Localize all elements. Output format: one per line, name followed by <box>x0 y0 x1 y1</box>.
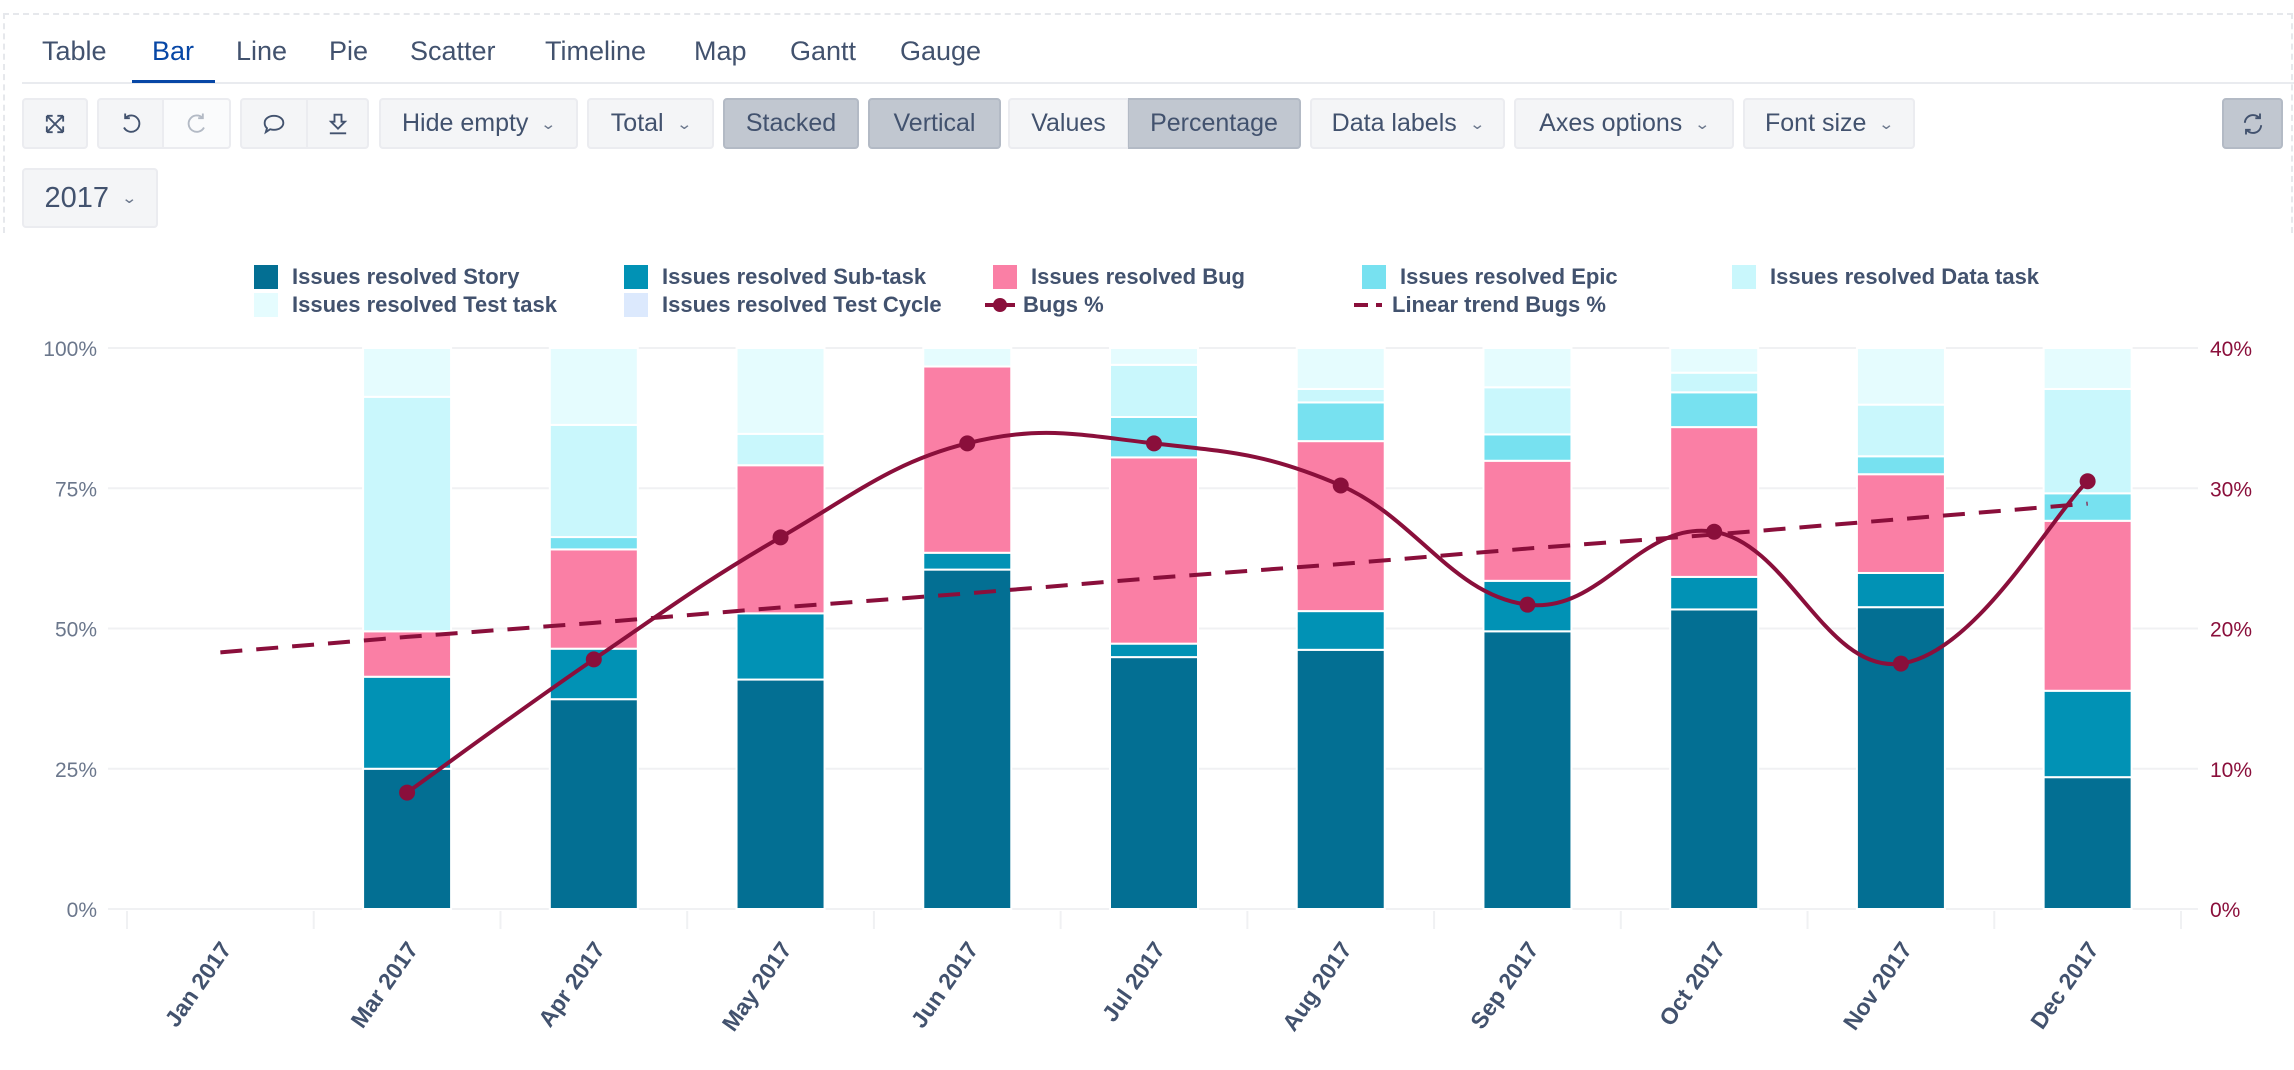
bar-segment <box>1482 347 1573 389</box>
x-tick-label: Jan 2017 <box>159 937 236 1032</box>
bar-segment <box>922 551 1013 571</box>
bar-segment <box>1669 575 1760 611</box>
bar-segment <box>1855 571 1946 609</box>
bar-segment <box>1482 433 1573 462</box>
bugs-percent-point <box>2079 473 2096 490</box>
bar-segment <box>1295 401 1386 443</box>
bugs-percent-point <box>399 784 416 801</box>
bar-segment <box>548 548 639 650</box>
bar-segment <box>1295 347 1386 390</box>
bar-segment <box>548 347 639 426</box>
x-tick-label: Apr 2017 <box>533 937 610 1032</box>
bar-segment <box>922 347 1013 368</box>
bar-segment <box>1109 363 1199 419</box>
bar-segment <box>735 612 826 681</box>
bugs-percent-point <box>585 651 602 668</box>
bar-segment <box>1669 608 1760 911</box>
bugs-percent-point <box>1519 596 1536 613</box>
x-tick-label: May 2017 <box>717 937 797 1036</box>
bar-segment <box>1669 426 1760 578</box>
bar-segment <box>2042 776 2133 910</box>
y-tick-label: 0% <box>67 899 97 922</box>
y2-tick-label: 30% <box>2210 478 2252 501</box>
bugs-percent-point <box>1146 435 1162 452</box>
x-tick-label: Aug 2017 <box>1277 937 1357 1036</box>
bar-segment <box>1669 347 1760 374</box>
bar-segment <box>1482 630 1573 910</box>
bar-segment <box>1295 610 1386 651</box>
y2-tick-label: 40% <box>2210 338 2252 361</box>
bar-segment <box>548 423 639 539</box>
x-tick-label: Jun 2017 <box>906 937 984 1033</box>
bar-segment <box>735 678 826 911</box>
bar-segment <box>1855 347 1946 406</box>
bar-segment <box>1109 642 1199 659</box>
bar-segment <box>1855 403 1946 458</box>
bar-segment <box>922 568 1013 910</box>
bar-segment <box>2042 689 2133 779</box>
bar-segment <box>2042 347 2133 390</box>
bar-segment <box>1482 386 1573 436</box>
bar-segment <box>1295 440 1386 613</box>
bar-segment <box>1295 387 1386 404</box>
bar-segment <box>735 347 826 435</box>
stacked-bar-chart: 0% 25% 50% 75% 100% 0% 10% 20% 30% 40% Jan 2017 Mar… <box>43 338 2252 1036</box>
y2-tick-label: 10% <box>2210 759 2252 782</box>
bar-segment <box>362 347 453 398</box>
bar-segment <box>548 698 639 910</box>
y-tick-label: 100% <box>43 338 97 361</box>
x-tick-label: Dec 2017 <box>2025 937 2104 1034</box>
bar-segment <box>1109 456 1199 645</box>
bar-segment <box>362 395 453 633</box>
bugs-percent-point <box>959 435 976 452</box>
bar-segment <box>922 365 1013 554</box>
bar-segment <box>1855 455 1946 476</box>
x-tick-label: Mar 2017 <box>345 937 423 1033</box>
x-tick-label: Sep 2017 <box>1465 937 1544 1034</box>
x-tick-label: Nov 2017 <box>1838 937 1917 1035</box>
bar-segment <box>1669 391 1760 429</box>
bugs-percent-line <box>405 430 2090 795</box>
bar-segment <box>1482 459 1573 582</box>
bar-segment <box>362 675 453 770</box>
y-tick-label: 50% <box>55 619 97 642</box>
bugs-percent-point <box>772 529 789 546</box>
bar-segment <box>1295 648 1386 910</box>
bugs-percent-point <box>1892 655 1909 672</box>
y2-tick-label: 0% <box>2210 899 2240 922</box>
bar-segment <box>1855 473 1946 574</box>
bar-segment <box>2042 519 2133 692</box>
bar-segment <box>1669 371 1760 394</box>
bar-segment <box>1109 656 1199 911</box>
bar-segment <box>548 536 639 551</box>
bar-segment <box>1109 347 1199 366</box>
y2-tick-label: 20% <box>2210 619 2252 642</box>
y-tick-label: 25% <box>55 759 97 782</box>
x-tick-label: Oct 2017 <box>1654 937 1730 1030</box>
bugs-percent-point <box>1332 477 1349 494</box>
bugs-percent-point <box>1706 523 1723 540</box>
bar-segment <box>735 432 826 467</box>
x-tick-label: Jul 2017 <box>1097 937 1170 1026</box>
y-tick-label: 75% <box>55 478 97 501</box>
